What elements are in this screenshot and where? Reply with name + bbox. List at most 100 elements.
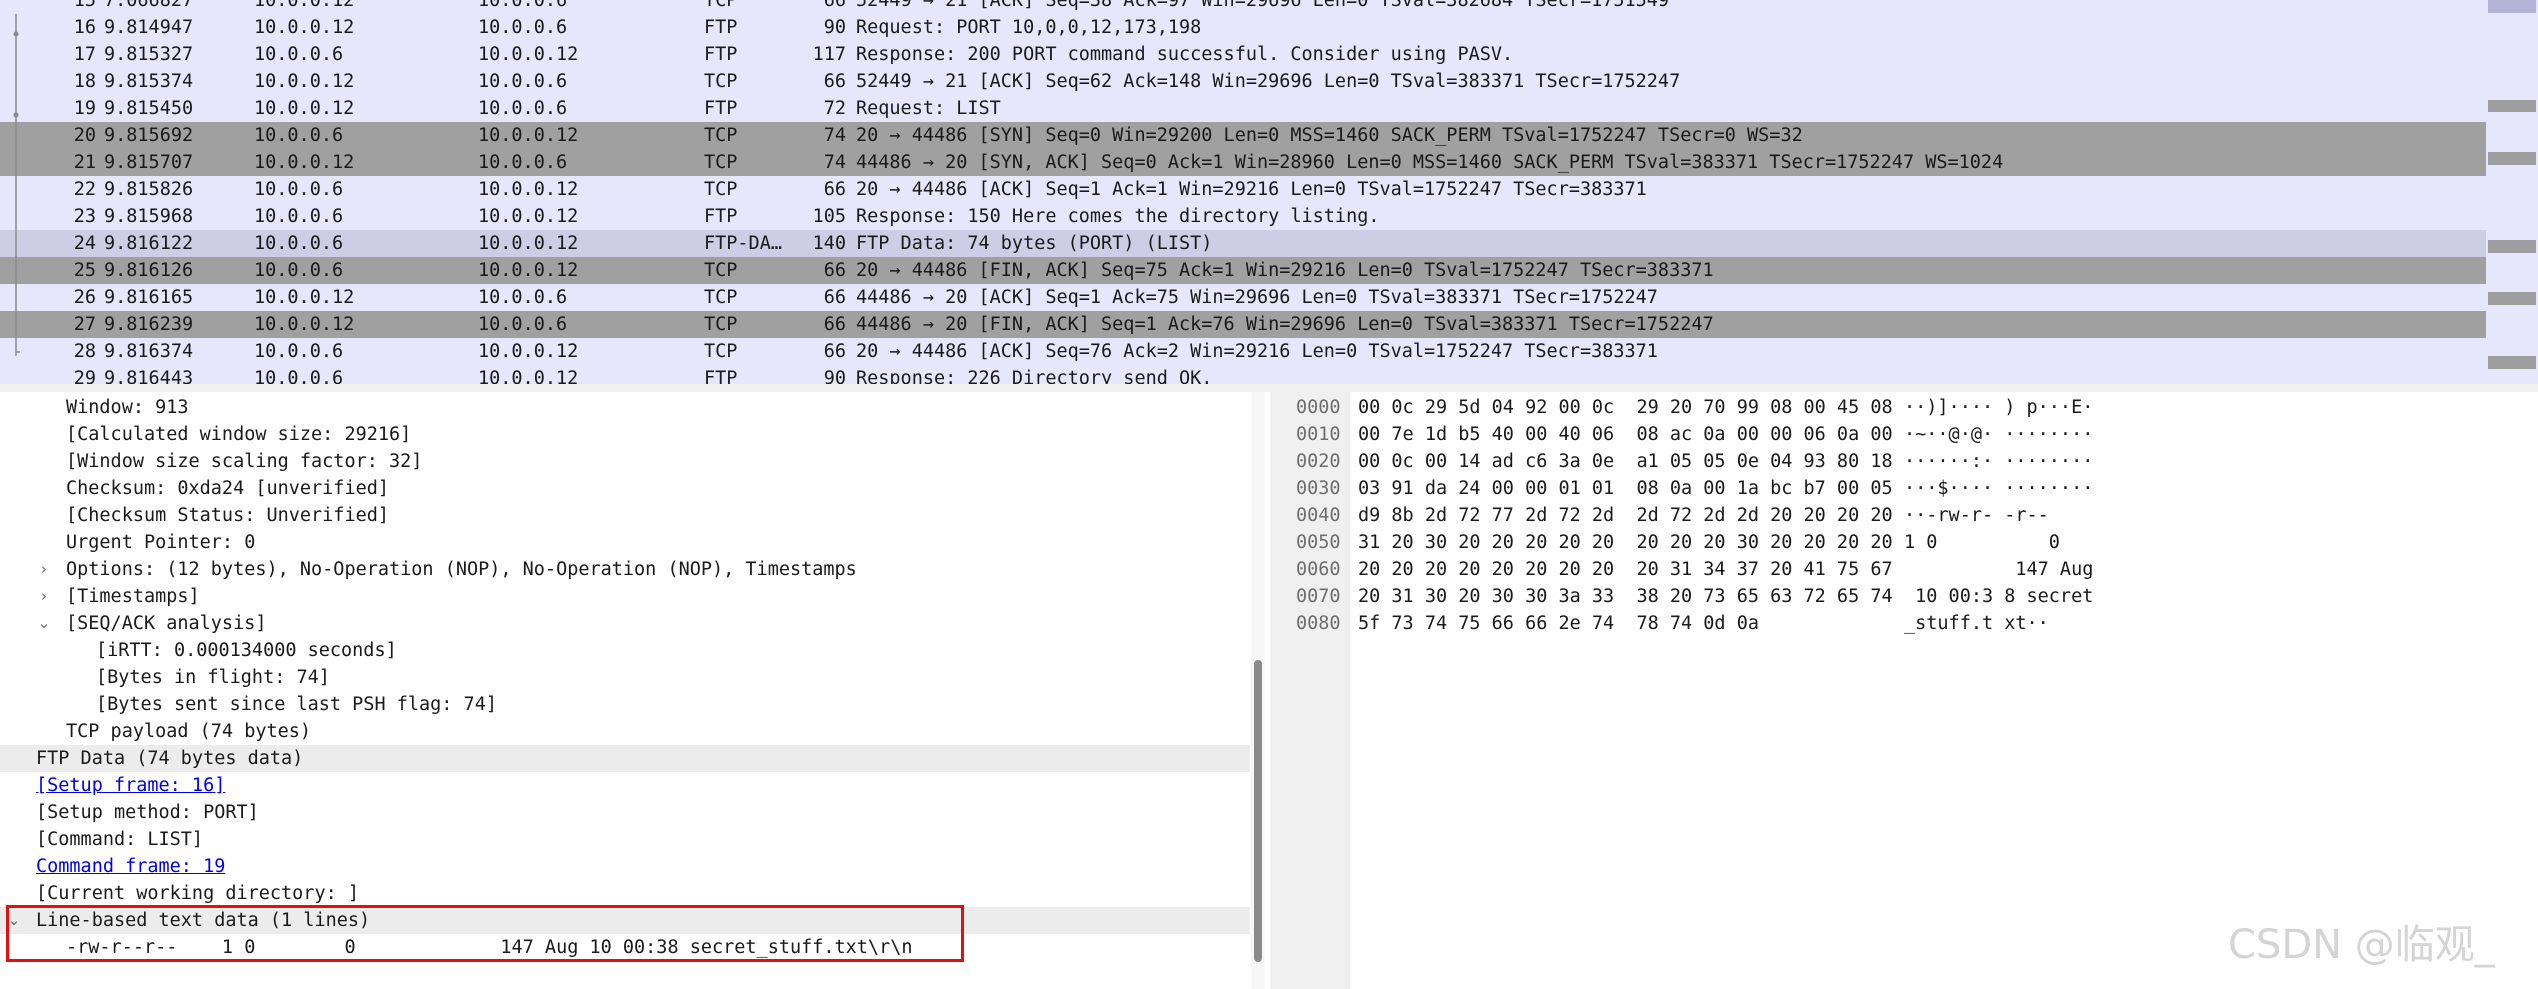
packet-protocol: FTP — [704, 17, 738, 38]
packet-length: 66 — [823, 287, 846, 308]
detail-text: [Checksum Status: Unverified] — [66, 505, 390, 526]
detail-row[interactable]: Urgent Pointer: 0 — [0, 529, 1250, 556]
chevron-down-icon[interactable]: ⌄ — [36, 610, 52, 637]
detail-text: [Bytes sent since last PSH flag: 74] — [96, 694, 497, 715]
hex-bytes[interactable]: 00 0c 29 5d 04 92 00 0c 29 20 70 99 08 0… — [1358, 394, 1893, 421]
hex-bytes[interactable]: 00 0c 00 14 ad c6 3a 0e a1 05 05 0e 04 9… — [1358, 448, 1893, 475]
details-scrollbar[interactable] — [1251, 392, 1265, 989]
hex-ascii[interactable]: 1 0 0 — [1904, 529, 2104, 556]
detail-row[interactable]: [Setup frame: 16] — [0, 772, 1250, 799]
hex-offset: 0080 — [1296, 613, 1341, 634]
packet-time: 9.816165 — [104, 287, 194, 308]
packet-row[interactable]: 16 9.814947 10.0.0.12 10.0.0.6 FTP 90 Request:… — [0, 14, 2486, 41]
hex-offset: 0060 — [1296, 559, 1341, 580]
detail-link[interactable]: [Setup frame: 16] — [36, 772, 225, 799]
detail-row[interactable]: [Current working directory: ] — [0, 880, 1250, 907]
packet-row[interactable]: 26 9.816165 10.0.0.12 10.0.0.6 TCP 66 44486 → … — [0, 284, 2486, 311]
vertical-splitter[interactable] — [1270, 392, 1278, 989]
packet-length: 74 — [823, 125, 846, 146]
detail-row[interactable]: [Checksum Status: Unverified] — [0, 502, 1250, 529]
detail-row[interactable]: [Bytes in flight: 74] — [0, 664, 1250, 691]
hex-bytes[interactable]: 5f 73 74 75 66 66 2e 74 78 74 0d 0a — [1358, 610, 1759, 637]
detail-row[interactable]: Checksum: 0xda24 [unverified] — [0, 475, 1250, 502]
packet-row[interactable]: 24 9.816122 10.0.0.6 10.0.0.12 FTP-DA… 140 FTP… — [0, 230, 2486, 257]
detail-row[interactable]: Command frame: 19 — [0, 853, 1250, 880]
packet-row[interactable]: 20 9.815692 10.0.0.6 10.0.0.12 TCP 74 20 → 444… — [0, 122, 2486, 149]
packet-list-pane[interactable]: 15 7.066827 10.0.0.12 10.0.0.6 TCP 66 52449 → … — [0, 0, 2538, 384]
packet-info: 44486 → 20 [ACK] Seq=1 Ack=75 Win=29696 … — [856, 287, 1658, 308]
packet-source: 10.0.0.6 — [254, 125, 344, 146]
packet-destination: 10.0.0.6 — [478, 71, 568, 92]
hex-ascii[interactable]: ···$···· ········ — [1904, 475, 2093, 502]
detail-text: [Setup method: PORT] — [36, 802, 259, 823]
packet-length: 66 — [823, 0, 846, 11]
detail-row[interactable]: ⌄ [SEQ/ACK analysis] — [0, 610, 1250, 637]
packet-bytes-pane[interactable]: 0000 00 0c 29 5d 04 92 00 0c 29 20 70 99 … — [1278, 392, 2538, 989]
packet-row[interactable]: 25 9.816126 10.0.0.6 10.0.0.12 TCP 66 20 → 444… — [0, 257, 2486, 284]
packet-row[interactable]: 23 9.815968 10.0.0.6 10.0.0.12 FTP 105 Respons… — [0, 203, 2486, 230]
packet-destination: 10.0.0.6 — [478, 152, 568, 173]
hex-bytes[interactable]: 20 31 30 20 30 30 3a 33 38 20 73 65 63 7… — [1358, 583, 1893, 610]
detail-text: [Current working directory: ] — [36, 883, 360, 904]
detail-row[interactable]: [Setup method: PORT] — [0, 799, 1250, 826]
packet-row[interactable]: 15 7.066827 10.0.0.12 10.0.0.6 TCP 66 52449 → … — [0, 0, 2486, 14]
hex-row: 0020 00 0c 00 14 ad c6 3a 0e a1 05 05 0e … — [1278, 448, 2518, 475]
packet-protocol: TCP — [704, 125, 738, 146]
packet-source: 10.0.0.6 — [254, 179, 344, 200]
packet-number: 17 — [73, 44, 96, 65]
packet-row[interactable]: 28 9.816374 10.0.0.6 10.0.0.12 TCP 66 20 → 444… — [0, 338, 2486, 365]
packet-row[interactable]: 29 9.816443 10.0.0.6 10.0.0.12 FTP 90 Response… — [0, 365, 2486, 384]
detail-row[interactable]: [Calculated window size: 29216] — [0, 421, 1250, 448]
hex-ascii[interactable]: ··)]···· ) p···E· — [1904, 394, 2093, 421]
hex-ascii[interactable]: 10 00:3 8 secret — [1904, 583, 2093, 610]
packet-protocol: TCP — [704, 287, 738, 308]
detail-link[interactable]: Command frame: 19 — [36, 853, 225, 880]
packet-row[interactable]: 19 9.815450 10.0.0.12 10.0.0.6 FTP 72 Request:… — [0, 95, 2486, 122]
details-scrollbar-thumb[interactable] — [1254, 660, 1262, 962]
packet-time: 9.815450 — [104, 98, 194, 119]
hex-bytes[interactable]: 00 7e 1d b5 40 00 40 06 08 ac 0a 00 00 0… — [1358, 421, 1893, 448]
packet-destination: 10.0.0.6 — [478, 314, 568, 335]
packet-row[interactable]: 27 9.816239 10.0.0.12 10.0.0.6 TCP 66 44486 → … — [0, 311, 2486, 338]
hex-bytes[interactable]: 03 91 da 24 00 00 01 01 08 0a 00 1a bc b… — [1358, 475, 1893, 502]
packet-row[interactable]: 17 9.815327 10.0.0.6 10.0.0.12 FTP 117 Respons… — [0, 41, 2486, 68]
detail-row[interactable]: › [Timestamps] — [0, 583, 1250, 610]
packet-length: 105 — [812, 206, 846, 227]
hex-ascii[interactable]: _stuff.t xt·· — [1904, 610, 2049, 637]
packet-source: 10.0.0.12 — [254, 17, 355, 38]
detail-row[interactable]: FTP Data (74 bytes data) — [0, 745, 1250, 772]
detail-row[interactable]: [iRTT: 0.000134000 seconds] — [0, 637, 1250, 664]
hex-ascii[interactable]: ·~··@·@· ········ — [1904, 421, 2093, 448]
hex-ascii[interactable]: ······:· ········ — [1904, 448, 2093, 475]
packet-row[interactable]: 21 9.815707 10.0.0.12 10.0.0.6 TCP 74 44486 → … — [0, 149, 2486, 176]
packet-list-minimap[interactable] — [2486, 0, 2538, 384]
packet-protocol: FTP — [704, 98, 738, 119]
detail-row[interactable]: [Window size scaling factor: 32] — [0, 448, 1250, 475]
hex-ascii[interactable]: 147 Aug — [1904, 556, 2093, 583]
detail-row[interactable]: [Command: LIST] — [0, 826, 1250, 853]
hex-offset: 0050 — [1296, 532, 1341, 553]
packet-destination: 10.0.0.12 — [478, 125, 579, 146]
detail-row[interactable]: › Options: (12 bytes), No-Operation (NOP)… — [0, 556, 1250, 583]
horizontal-splitter[interactable] — [0, 384, 2538, 392]
watermark: CSDN @临观_ — [2228, 922, 2495, 968]
detail-row[interactable]: Window: 913 — [0, 394, 1250, 421]
chevron-right-icon[interactable]: › — [36, 583, 52, 610]
hex-bytes[interactable]: 20 20 20 20 20 20 20 20 20 31 34 37 20 4… — [1358, 556, 1893, 583]
detail-row[interactable]: TCP payload (74 bytes) — [0, 718, 1250, 745]
packet-number: 19 — [73, 98, 96, 119]
chevron-right-icon[interactable]: › — [36, 556, 52, 583]
packet-row[interactable]: 18 9.815374 10.0.0.12 10.0.0.6 TCP 66 52449 → … — [0, 68, 2486, 95]
packet-destination: 10.0.0.6 — [478, 17, 568, 38]
packet-details-pane[interactable]: Window: 913 [Calculated window size: 2921… — [0, 392, 1270, 989]
packet-length: 66 — [823, 314, 846, 335]
detail-row[interactable]: [Bytes sent since last PSH flag: 74] — [0, 691, 1250, 718]
packet-row[interactable]: 22 9.815826 10.0.0.6 10.0.0.12 TCP 66 20 → 444… — [0, 176, 2486, 203]
hex-bytes[interactable]: d9 8b 2d 72 77 2d 72 2d 2d 72 2d 2d 20 2… — [1358, 502, 1893, 529]
packet-info: 20 → 44486 [ACK] Seq=1 Ack=1 Win=29216 L… — [856, 179, 1647, 200]
packet-destination: 10.0.0.6 — [478, 98, 568, 119]
hex-ascii[interactable]: ··-rw-r- -r-- — [1904, 502, 2093, 529]
minimap-row — [2488, 152, 2536, 165]
hex-bytes[interactable]: 31 20 30 20 20 20 20 20 20 20 20 30 20 2… — [1358, 529, 1893, 556]
detail-text: [SEQ/ACK analysis] — [66, 613, 267, 634]
